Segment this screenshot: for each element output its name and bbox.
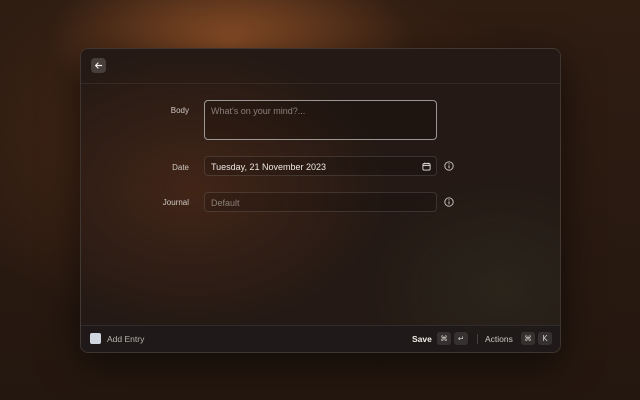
extension-icon [90, 333, 101, 344]
command-key-icon: ⌘ [437, 332, 451, 345]
action-bar: Add Entry Save ⌘ ↵ Actions ⌘ K [81, 325, 560, 352]
body-placeholder: What's on your mind?... [211, 106, 306, 116]
save-button[interactable]: Save [412, 334, 432, 344]
date-value: Tuesday, 21 November 2023 [211, 162, 327, 172]
date-label: Date [172, 163, 189, 172]
return-key-icon: ↵ [454, 332, 468, 345]
date-info-icon[interactable] [444, 161, 454, 171]
journal-info-icon[interactable] [444, 197, 454, 207]
body-label: Body [170, 106, 189, 115]
add-entry-window: Body What's on your mind?... Date Tuesda… [80, 48, 561, 353]
command-key-icon: ⌘ [521, 332, 535, 345]
back-button[interactable] [91, 58, 106, 73]
actions-button[interactable]: Actions [485, 334, 513, 344]
calendar-icon[interactable] [422, 162, 431, 171]
body-textarea[interactable]: What's on your mind?... [204, 100, 437, 140]
top-bar [81, 49, 560, 84]
journal-select[interactable]: Default [204, 192, 437, 212]
command-title: Add Entry [107, 334, 145, 344]
k-key-icon: K [538, 332, 552, 345]
divider [477, 334, 478, 344]
date-picker[interactable]: Tuesday, 21 November 2023 [204, 156, 437, 176]
journal-placeholder: Default [211, 198, 240, 208]
journal-label: Journal [162, 198, 189, 207]
arrow-left-icon [94, 62, 103, 69]
